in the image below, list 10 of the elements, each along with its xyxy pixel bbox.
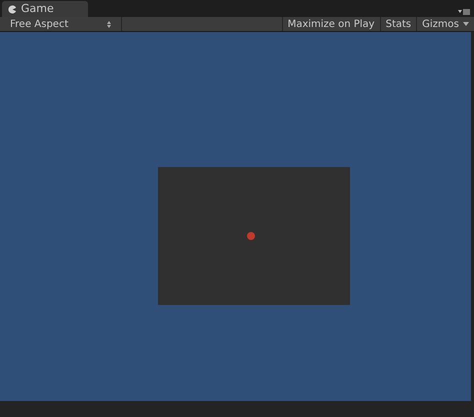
dropdown-arrows-icon bbox=[107, 20, 111, 28]
pacman-icon bbox=[8, 4, 17, 14]
menu-icon[interactable] bbox=[458, 9, 470, 15]
caret-icon bbox=[463, 22, 469, 26]
toolbar-toggle[interactable]: Maximize on Play bbox=[282, 17, 380, 31]
tab-label: Game bbox=[21, 0, 54, 17]
aspect-dropdown[interactable]: Free Aspect bbox=[0, 17, 122, 31]
toolbar-toggle[interactable]: Gizmos bbox=[416, 17, 474, 31]
toolbar-toggle[interactable]: Stats bbox=[380, 17, 416, 31]
game-tab[interactable]: Game bbox=[2, 1, 88, 17]
